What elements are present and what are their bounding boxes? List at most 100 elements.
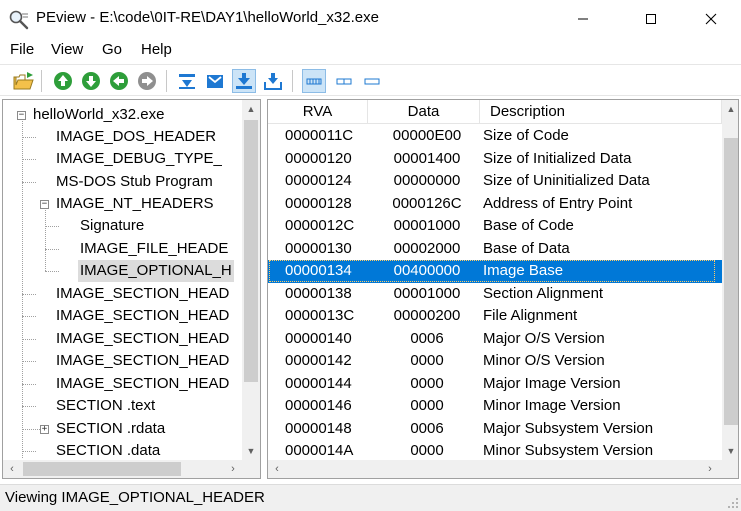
tree-item-label: IMAGE_SECTION_HEAD bbox=[56, 330, 230, 347]
tree-item[interactable]: SECTION .text bbox=[3, 395, 243, 417]
scroll-up-icon[interactable]: ▲ bbox=[242, 100, 260, 118]
list-row[interactable]: 00000148 0006 Major Subsystem Version bbox=[268, 418, 722, 441]
menu-go[interactable]: Go bbox=[102, 41, 122, 58]
collapse-button[interactable] bbox=[175, 69, 199, 93]
list-vertical-scrollbar[interactable]: ▲ ▼ bbox=[722, 100, 738, 460]
tree-item[interactable]: IMAGE_FILE_HEADE bbox=[3, 238, 243, 260]
cell-rva: 0000011C bbox=[285, 127, 354, 144]
forward-arrow-icon bbox=[138, 72, 156, 90]
dword-view-button[interactable] bbox=[360, 69, 384, 93]
tree-vertical-scrollbar[interactable]: ▲ ▼ bbox=[242, 100, 260, 460]
list-row[interactable]: 00000140 0006 Major O/S Version bbox=[268, 328, 722, 351]
tree-line bbox=[22, 339, 36, 340]
list-row[interactable]: 00000144 0000 Major Image Version bbox=[268, 373, 722, 396]
tree-item[interactable]: MS-DOS Stub Program bbox=[3, 171, 243, 193]
cell-rva: 00000128 bbox=[285, 194, 352, 212]
maximize-button[interactable] bbox=[628, 0, 674, 38]
list-row[interactable]: 00000146 0000 Minor Image Version bbox=[268, 395, 722, 418]
menu-view[interactable]: View bbox=[51, 41, 83, 58]
nav-up-button[interactable] bbox=[51, 69, 75, 93]
minimize-button[interactable] bbox=[560, 0, 606, 38]
list-horizontal-scrollbar[interactable]: ‹ › bbox=[268, 460, 738, 478]
cell-description: File Alignment bbox=[483, 307, 578, 324]
list-row[interactable]: 00000124 00000000 Size of Uninitialized Da… bbox=[268, 170, 722, 193]
column-header-rva[interactable]: RVA bbox=[268, 100, 368, 124]
tree-line bbox=[22, 159, 36, 160]
scroll-down-icon[interactable]: ▼ bbox=[242, 442, 260, 460]
list-row[interactable]: 0000011C 00000E00 Size of Code bbox=[268, 125, 722, 148]
cell-data: 00000200 bbox=[393, 307, 461, 324]
tree-line bbox=[22, 451, 36, 452]
close-button[interactable] bbox=[688, 0, 734, 38]
tree-line bbox=[22, 316, 36, 317]
nav-back-button[interactable] bbox=[107, 69, 131, 93]
scroll-left-icon[interactable]: ‹ bbox=[3, 460, 21, 478]
list-row[interactable]: 00000128 0000126C Address of Entry Point bbox=[268, 193, 722, 216]
tree-line bbox=[22, 361, 36, 362]
list-row-selected[interactable]: 00000134 00400000 Image Base bbox=[268, 260, 722, 283]
list-rows[interactable]: 0000011C 00000E00 Size of Code 00000120 0000… bbox=[268, 125, 722, 462]
nav-forward-button[interactable] bbox=[135, 69, 159, 93]
tree-item[interactable]: + SECTION .rdata bbox=[3, 418, 243, 440]
tree-item[interactable]: IMAGE_DOS_HEADER bbox=[3, 126, 243, 148]
nav-down-button[interactable] bbox=[79, 69, 103, 93]
scroll-thumb[interactable] bbox=[244, 120, 258, 382]
resize-grip-icon[interactable] bbox=[727, 497, 739, 509]
list-row[interactable]: 0000013C 00000200 File Alignment bbox=[268, 305, 722, 328]
expand-toggle-icon[interactable]: + bbox=[40, 425, 49, 434]
detail-list-panel[interactable]: RVA Data Description 0000011C 00000E00 Siz… bbox=[267, 99, 739, 479]
scroll-up-icon[interactable]: ▲ bbox=[722, 100, 738, 118]
list-row[interactable]: 00000142 0000 Minor O/S Version bbox=[268, 350, 722, 373]
tree-item-label: IMAGE_DOS_HEADER bbox=[56, 128, 217, 145]
tree-item[interactable]: IMAGE_SECTION_HEAD bbox=[3, 305, 243, 327]
expand-button[interactable] bbox=[203, 69, 227, 93]
tree-item[interactable]: Signature bbox=[3, 215, 243, 237]
tree-panel[interactable]: − helloWorld_x32.exe IMAGE_DOS_HEADER IM… bbox=[2, 99, 261, 479]
list-row[interactable]: 00000120 00001400 Size of Initialized Data bbox=[268, 148, 722, 171]
cell-data: 0006 bbox=[410, 419, 444, 437]
view-down-pressed-button[interactable] bbox=[232, 69, 256, 93]
scroll-right-icon[interactable]: › bbox=[224, 460, 242, 478]
word-view-button[interactable] bbox=[332, 69, 356, 93]
tree-view[interactable]: − helloWorld_x32.exe IMAGE_DOS_HEADER IM… bbox=[3, 100, 243, 460]
cell-rva: 00000124 bbox=[285, 172, 352, 189]
column-header-description[interactable]: Description bbox=[480, 100, 722, 124]
tree-item[interactable]: IMAGE_SECTION_HEAD bbox=[3, 328, 243, 350]
tree-item[interactable]: IMAGE_SECTION_HEAD bbox=[3, 283, 243, 305]
tree-item[interactable]: − IMAGE_NT_HEADERS bbox=[3, 193, 243, 215]
title-bar[interactable]: PEview - E:\code\0IT-RE\DAY1\helloWorld_… bbox=[0, 0, 741, 38]
cell-description: Base of Code bbox=[483, 217, 574, 234]
collapse-toggle-icon[interactable]: − bbox=[40, 200, 49, 209]
list-row[interactable]: 00000130 00002000 Base of Data bbox=[268, 238, 722, 261]
status-bar: Viewing IMAGE_OPTIONAL_HEADER bbox=[0, 484, 741, 511]
tree-item[interactable]: IMAGE_DEBUG_TYPE_ bbox=[3, 148, 243, 170]
view-down-button[interactable] bbox=[261, 69, 285, 93]
tree-line bbox=[22, 182, 36, 183]
scroll-down-icon[interactable]: ▼ bbox=[722, 442, 738, 460]
collapse-toggle-icon[interactable]: − bbox=[17, 111, 26, 120]
tree-item[interactable]: IMAGE_SECTION_HEAD bbox=[3, 350, 243, 372]
scroll-right-icon[interactable]: › bbox=[701, 460, 719, 478]
cell-rva: 00000130 bbox=[285, 239, 352, 257]
tree-horizontal-scrollbar[interactable]: ‹ › bbox=[3, 460, 260, 478]
tree-item[interactable]: IMAGE_SECTION_HEAD bbox=[3, 373, 243, 395]
list-row[interactable]: 00000138 00001000 Section Alignment bbox=[268, 283, 722, 306]
menu-help[interactable]: Help bbox=[141, 41, 172, 58]
scroll-left-icon[interactable]: ‹ bbox=[268, 460, 286, 478]
cell-rva: 00000120 bbox=[285, 149, 352, 167]
menu-file[interactable]: File bbox=[10, 41, 34, 58]
tree-item-label: IMAGE_SECTION_HEAD bbox=[56, 352, 230, 369]
cell-rva: 00000146 bbox=[285, 397, 352, 414]
list-row[interactable]: 0000012C 00001000 Base of Code bbox=[268, 215, 722, 238]
tree-item-root[interactable]: − helloWorld_x32.exe bbox=[3, 104, 243, 126]
open-button[interactable] bbox=[12, 69, 36, 93]
cell-description: Base of Data bbox=[483, 239, 570, 257]
tree-item-selected[interactable]: IMAGE_OPTIONAL_H bbox=[3, 260, 243, 282]
tree-line bbox=[22, 384, 36, 385]
tree-item[interactable]: SECTION .data bbox=[3, 440, 243, 460]
column-header-data[interactable]: Data bbox=[368, 100, 480, 124]
scroll-thumb[interactable] bbox=[23, 462, 181, 476]
list-row[interactable]: 0000014A 0000 Minor Subsystem Version bbox=[268, 440, 722, 462]
scroll-thumb[interactable] bbox=[724, 138, 738, 425]
byte-view-button[interactable] bbox=[302, 69, 326, 93]
